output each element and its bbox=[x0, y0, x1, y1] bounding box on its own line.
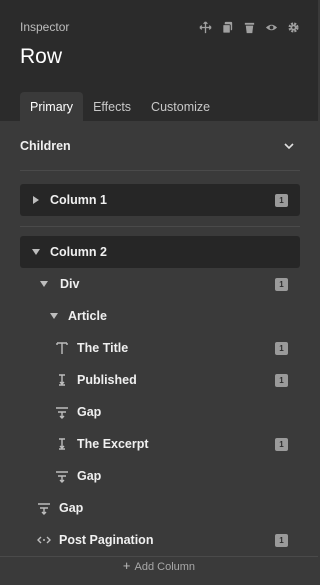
tree-item-label: Column 1 bbox=[50, 193, 107, 207]
tree-item-gap[interactable]: Gap bbox=[20, 460, 300, 492]
tree-item-label: Article bbox=[68, 309, 107, 323]
gap-icon bbox=[36, 500, 52, 516]
tree-item-column-1[interactable]: Column 1 1 bbox=[20, 184, 300, 216]
tree-item-label: Published bbox=[77, 373, 137, 387]
chevron-down-icon[interactable] bbox=[282, 139, 296, 153]
caret-down-icon[interactable] bbox=[28, 244, 44, 260]
gear-icon[interactable] bbox=[286, 20, 300, 34]
gap-icon bbox=[54, 468, 70, 484]
text-cursor-icon bbox=[54, 436, 70, 452]
caret-down-icon[interactable] bbox=[36, 276, 52, 292]
tab-primary[interactable]: Primary bbox=[20, 92, 84, 121]
eye-icon[interactable] bbox=[264, 20, 278, 34]
inspector-header: Inspector Row Primary Effects Customize bbox=[0, 0, 318, 121]
count-badge: 1 bbox=[275, 533, 288, 547]
caret-right-icon[interactable] bbox=[28, 192, 44, 208]
tree-item-post-pagination[interactable]: Post Pagination 1 bbox=[20, 524, 300, 556]
element-title: Row bbox=[20, 45, 63, 68]
tree-item-label: Gap bbox=[77, 469, 102, 483]
tree-item-label: The Title bbox=[77, 341, 129, 355]
count-badge: 1 bbox=[275, 437, 288, 451]
delete-icon[interactable] bbox=[242, 20, 256, 34]
count-badge: 1 bbox=[275, 341, 288, 355]
tree-item-label: Div bbox=[60, 277, 80, 291]
copy-icon[interactable] bbox=[220, 20, 234, 34]
tree-item-gap[interactable]: Gap bbox=[20, 396, 300, 428]
count-badge: 1 bbox=[275, 277, 288, 291]
tab-customize[interactable]: Customize bbox=[141, 92, 220, 121]
tree-item-label: The Excerpt bbox=[77, 437, 149, 451]
tree-item-label: Column 2 bbox=[50, 245, 107, 259]
tree-item-label: Post Pagination bbox=[59, 533, 154, 547]
caret-down-icon[interactable] bbox=[46, 308, 62, 324]
tree-item-div[interactable]: Div 1 bbox=[20, 268, 300, 300]
move-icon[interactable] bbox=[198, 20, 212, 34]
pagination-icon bbox=[36, 532, 52, 548]
tree-item-published[interactable]: Published 1 bbox=[20, 364, 300, 396]
text-icon bbox=[54, 340, 70, 356]
count-badge: 1 bbox=[275, 373, 288, 387]
divider bbox=[0, 556, 318, 557]
tree-item-column-2[interactable]: Column 2 bbox=[20, 236, 300, 268]
tree-item-label: Gap bbox=[77, 405, 102, 419]
header-toolbar bbox=[198, 20, 300, 34]
count-badge: 1 bbox=[275, 193, 288, 207]
tree-item-label: Gap bbox=[59, 501, 84, 515]
add-column-button[interactable]: + Add Column bbox=[0, 558, 318, 573]
divider bbox=[20, 226, 300, 227]
tree-item-article[interactable]: Article bbox=[20, 300, 300, 332]
children-section-title: Children bbox=[20, 139, 71, 153]
text-cursor-icon bbox=[54, 372, 70, 388]
add-column-label: Add Column bbox=[134, 561, 196, 573]
tree-item-the-title[interactable]: The Title 1 bbox=[20, 332, 300, 364]
inspector-label: Inspector bbox=[20, 20, 70, 34]
inspector-tabs: Primary Effects Customize bbox=[20, 92, 220, 121]
tab-effects[interactable]: Effects bbox=[83, 92, 141, 121]
tree-item-gap[interactable]: Gap bbox=[20, 492, 300, 524]
tree-item-the-excerpt[interactable]: The Excerpt 1 bbox=[20, 428, 300, 460]
gap-icon bbox=[54, 404, 70, 420]
divider bbox=[20, 170, 300, 171]
plus-icon: + bbox=[122, 558, 131, 573]
